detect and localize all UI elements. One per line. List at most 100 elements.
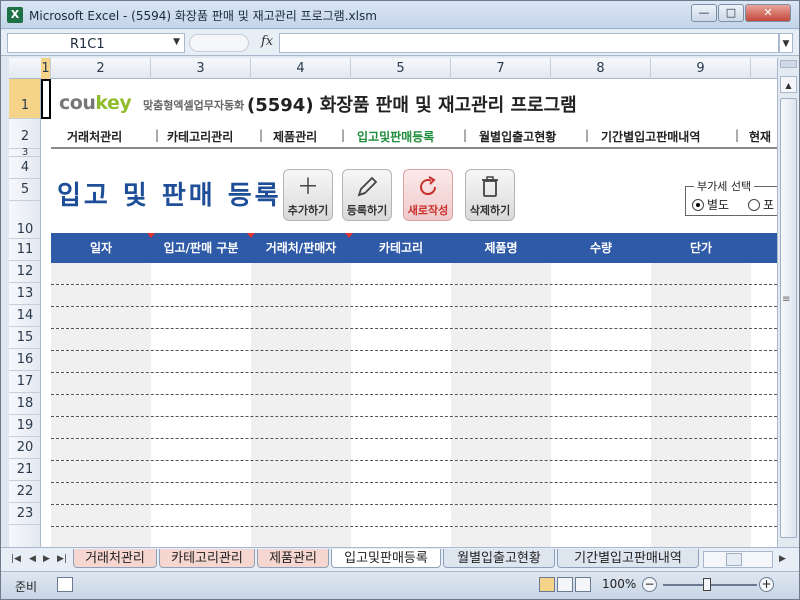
table-cell[interactable] — [351, 505, 451, 526]
table-cell[interactable] — [251, 439, 351, 460]
excel-app-icon[interactable]: X — [7, 7, 23, 23]
maximize-button[interactable]: □ — [718, 4, 744, 22]
last-sheet-icon[interactable]: ▶| — [57, 554, 67, 564]
table-cell[interactable] — [451, 329, 551, 350]
zoom-out-icon[interactable]: − — [642, 577, 657, 592]
table-cell[interactable] — [651, 351, 751, 372]
table-cell[interactable] — [651, 307, 751, 328]
table-cell[interactable] — [151, 461, 251, 482]
vat-included-radio[interactable]: 포 — [748, 196, 774, 213]
table-cell[interactable] — [351, 527, 451, 547]
nav-link-period-history[interactable]: 기간별입고판매내역 — [601, 128, 700, 145]
column-header-3[interactable]: 3 — [151, 58, 251, 79]
table-cell[interactable] — [551, 461, 651, 482]
nav-link-accounts[interactable]: 거래처관리 — [67, 128, 122, 145]
table-cell[interactable] — [251, 285, 351, 306]
row-header-19[interactable]: 19 — [9, 415, 40, 437]
sheet-tab-categories[interactable]: 카테고리관리 — [159, 549, 255, 568]
table-cell[interactable] — [151, 329, 251, 350]
table-cell[interactable] — [351, 373, 451, 394]
table-cell[interactable] — [351, 395, 451, 416]
row-header-18[interactable]: 18 — [9, 393, 40, 415]
table-cell[interactable] — [251, 329, 351, 350]
table-cell[interactable] — [51, 329, 151, 350]
row-header-5[interactable]: 5 — [9, 179, 40, 201]
add-button[interactable]: ＋ 추가하기 — [283, 169, 333, 221]
table-cell[interactable] — [151, 417, 251, 438]
table-cell[interactable] — [451, 351, 551, 372]
table-cell[interactable] — [651, 395, 751, 416]
row-header-22[interactable]: 22 — [9, 481, 40, 503]
sheet-tab-products[interactable]: 제품관리 — [257, 549, 329, 568]
table-cell[interactable] — [51, 527, 151, 547]
table-cell[interactable] — [251, 483, 351, 504]
table-cell[interactable] — [651, 461, 751, 482]
row-header-16[interactable]: 16 — [9, 349, 40, 371]
formula-input[interactable] — [279, 33, 779, 53]
table-cell[interactable] — [151, 527, 251, 547]
header-quantity[interactable]: 수량 — [551, 233, 651, 263]
table-cell[interactable] — [451, 527, 551, 547]
table-cell[interactable] — [651, 373, 751, 394]
nav-link-products[interactable]: 제품관리 — [273, 128, 317, 145]
table-row[interactable] — [51, 461, 777, 483]
row-header-2[interactable]: 2 — [9, 119, 40, 149]
table-cell[interactable] — [351, 285, 451, 306]
page-break-view-icon[interactable] — [575, 577, 591, 592]
table-cell[interactable] — [151, 285, 251, 306]
table-cell[interactable] — [151, 263, 251, 284]
table-cell[interactable] — [451, 373, 551, 394]
table-cell[interactable] — [551, 439, 651, 460]
expand-formula-bar-icon[interactable]: ▼ — [779, 33, 793, 53]
row-header-13[interactable]: 13 — [9, 283, 40, 305]
sheet-tab-monthly-status[interactable]: 월별입출고현황 — [443, 549, 555, 568]
table-cell[interactable] — [651, 285, 751, 306]
table-cell[interactable] — [351, 417, 451, 438]
table-cell[interactable] — [551, 483, 651, 504]
table-cell[interactable] — [51, 505, 151, 526]
zoom-in-icon[interactable]: + — [759, 577, 774, 592]
horizontal-scroll-thumb[interactable] — [726, 553, 742, 566]
nav-link-categories[interactable]: 카테고리관리 — [167, 128, 233, 145]
next-sheet-icon[interactable]: ▶ — [43, 554, 50, 564]
prev-sheet-icon[interactable]: ◀ — [29, 554, 36, 564]
active-cell-cursor[interactable] — [41, 79, 51, 119]
table-cell[interactable] — [51, 351, 151, 372]
zoom-slider-thumb[interactable] — [703, 578, 711, 591]
header-unit-price[interactable]: 단가 — [651, 233, 751, 263]
table-cell[interactable] — [651, 505, 751, 526]
new-entry-button[interactable]: 새로작성 — [403, 169, 453, 221]
page-layout-view-icon[interactable] — [557, 577, 573, 592]
row-header-4[interactable]: 4 — [9, 157, 40, 179]
insert-function-icon[interactable]: fx — [261, 34, 273, 49]
row-header-21[interactable]: 21 — [9, 459, 40, 481]
table-cell[interactable] — [51, 307, 151, 328]
table-cell[interactable] — [151, 483, 251, 504]
table-cell[interactable] — [51, 439, 151, 460]
table-row[interactable] — [51, 351, 777, 373]
column-header-8[interactable]: 8 — [551, 58, 651, 79]
split-handle[interactable] — [780, 60, 797, 68]
table-cell[interactable] — [151, 505, 251, 526]
table-cell[interactable] — [351, 351, 451, 372]
table-cell[interactable] — [51, 395, 151, 416]
vertical-scrollbar[interactable]: ▲ ≡ — [777, 58, 799, 547]
sheet-tab-period-history[interactable]: 기간별입고판매내역 — [557, 549, 699, 568]
header-date[interactable]: 일자 — [51, 233, 151, 263]
sheet-tab-stock-sales[interactable]: 입고및판매등록 — [331, 549, 441, 568]
table-cell[interactable] — [551, 505, 651, 526]
table-row[interactable] — [51, 483, 777, 505]
name-box[interactable]: R1C1 ▼ — [7, 33, 185, 53]
header-category[interactable]: 카테고리 — [351, 233, 451, 263]
table-cell[interactable] — [651, 417, 751, 438]
table-cell[interactable] — [51, 417, 151, 438]
table-row[interactable] — [51, 395, 777, 417]
table-cell[interactable] — [451, 439, 551, 460]
table-cell[interactable] — [151, 307, 251, 328]
table-cell[interactable] — [551, 329, 651, 350]
table-cell[interactable] — [551, 373, 651, 394]
table-cell[interactable] — [551, 307, 651, 328]
column-header-7[interactable]: 7 — [451, 58, 551, 79]
column-header-2[interactable]: 2 — [51, 58, 151, 79]
table-row[interactable] — [51, 285, 777, 307]
